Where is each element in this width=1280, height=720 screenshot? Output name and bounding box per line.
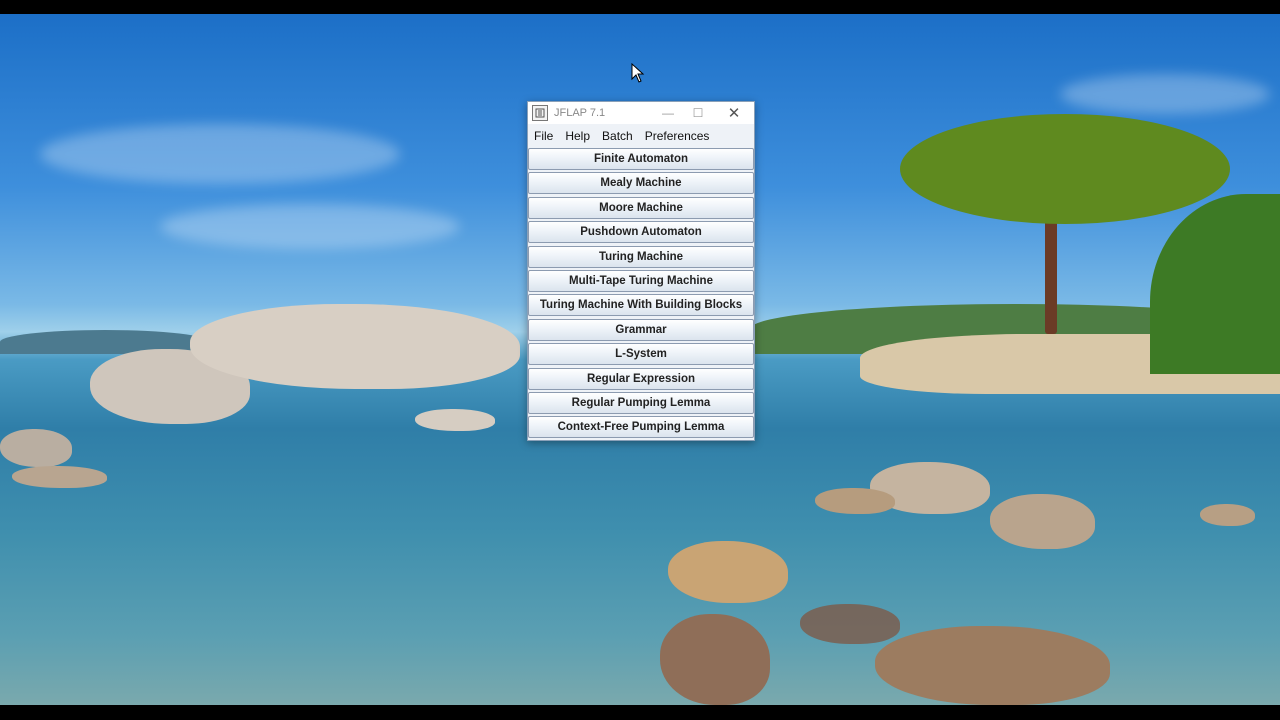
turing-machine-building-blocks-button[interactable]: Turing Machine With Building Blocks — [528, 294, 754, 317]
rock — [415, 409, 495, 431]
cloud — [1060, 74, 1270, 114]
regular-expression-button[interactable]: Regular Expression — [528, 367, 754, 390]
rock — [12, 466, 107, 488]
java-app-icon — [532, 105, 548, 121]
rock — [815, 488, 895, 514]
context-free-pumping-lemma-button[interactable]: Context-Free Pumping Lemma — [528, 416, 754, 439]
l-system-button[interactable]: L-System — [528, 343, 754, 366]
maximize-button[interactable]: ☐ — [684, 102, 712, 124]
tree-trunk — [1045, 214, 1057, 334]
minimize-button[interactable]: — — [654, 102, 682, 124]
rock — [660, 614, 770, 705]
title-bar[interactable]: JFLAP 7.1 — ☐ ✕ — [528, 102, 754, 124]
menu-batch[interactable]: Batch — [596, 129, 639, 143]
window-title: JFLAP 7.1 — [554, 107, 606, 119]
rock — [0, 429, 72, 467]
multi-tape-turing-machine-button[interactable]: Multi-Tape Turing Machine — [528, 269, 754, 292]
menu-help[interactable]: Help — [559, 129, 596, 143]
finite-automaton-button[interactable]: Finite Automaton — [528, 148, 754, 170]
jflap-main-window: JFLAP 7.1 — ☐ ✕ File Help Batch Preferen… — [527, 101, 755, 441]
mouse-cursor-icon — [631, 63, 645, 83]
regular-pumping-lemma-button[interactable]: Regular Pumping Lemma — [528, 391, 754, 414]
tree-canopy — [900, 114, 1230, 224]
rock — [190, 304, 520, 389]
pushdown-automaton-button[interactable]: Pushdown Automaton — [528, 221, 754, 244]
turing-machine-button[interactable]: Turing Machine — [528, 245, 754, 268]
rock — [668, 541, 788, 603]
rock — [1200, 504, 1255, 526]
mealy-machine-button[interactable]: Mealy Machine — [528, 172, 754, 195]
grammar-button[interactable]: Grammar — [528, 318, 754, 341]
cloud — [40, 124, 400, 184]
close-button[interactable]: ✕ — [720, 102, 748, 124]
moore-machine-button[interactable]: Moore Machine — [528, 196, 754, 219]
menu-bar: File Help Batch Preferences — [528, 124, 754, 148]
rock — [990, 494, 1095, 549]
rock — [875, 626, 1110, 705]
letterbox-top — [0, 0, 1280, 14]
shore-vegetation — [1150, 194, 1280, 374]
mode-button-list: Finite Automaton Mealy Machine Moore Mac… — [528, 148, 754, 441]
letterbox-bottom — [0, 705, 1280, 720]
rock — [800, 604, 900, 644]
menu-preferences[interactable]: Preferences — [639, 129, 716, 143]
cloud — [160, 204, 460, 249]
menu-file[interactable]: File — [528, 129, 559, 143]
